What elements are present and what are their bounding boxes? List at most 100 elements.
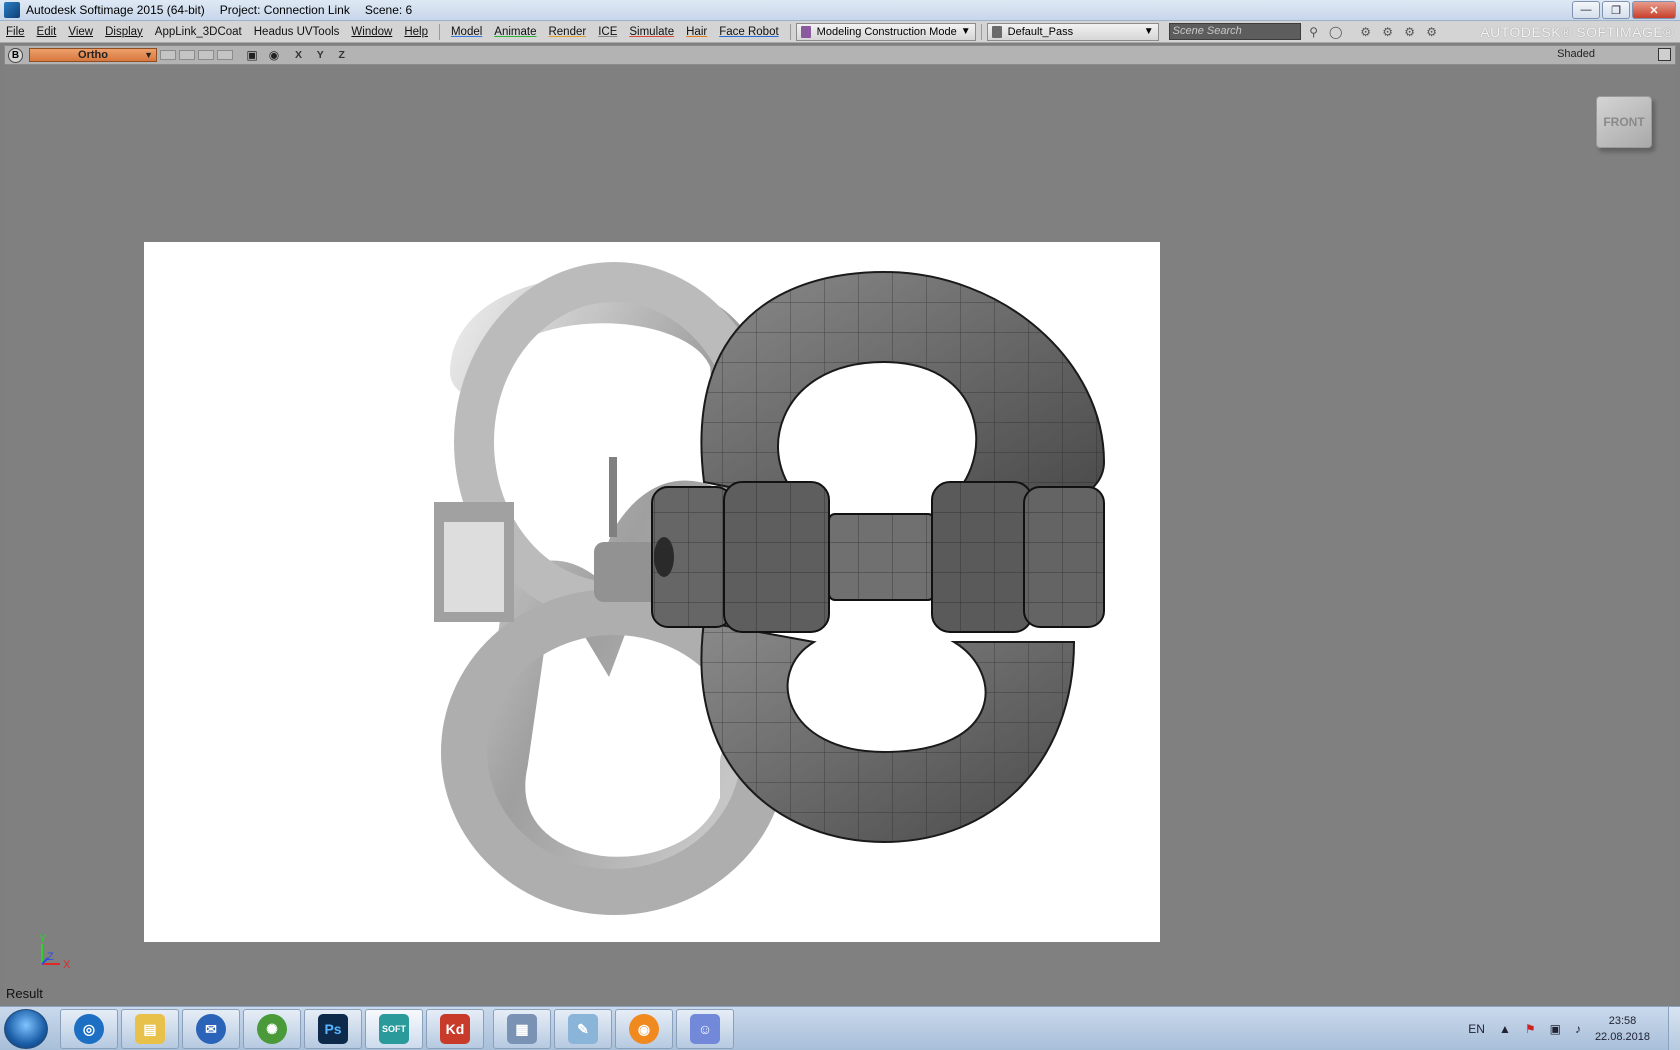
close-button[interactable]: ✕ [1632,1,1676,19]
menu-window[interactable]: Window [345,26,398,38]
camera-icon[interactable]: ▣ [243,48,261,62]
action-center-icon[interactable]: ⚑ [1525,1022,1536,1036]
globe-icon: ✺ [257,1014,287,1044]
render-pass-dropdown[interactable]: Default_Pass ▼ [986,22,1159,41]
menu-edit[interactable]: Edit [31,26,63,38]
clock-time: 23:58 [1608,1015,1637,1027]
scene-name: Scene: 6 [364,3,413,17]
clear-icon[interactable]: ◯ [1327,23,1345,41]
chevron-down-icon: ▼ [144,50,153,60]
menu-applink-3dcoat[interactable]: AppLink_3DCoat [149,26,248,38]
taskbar-explorer[interactable]: ▤ [121,1009,179,1049]
autodesk-softimage-logo: AUTODESK® SOFTIMAGE® [1480,24,1674,40]
blender-icon: ◉ [629,1014,659,1044]
menu-file[interactable]: File [0,26,31,38]
construction-mode-value: Modeling Construction Mode [816,25,957,38]
navigation-cube[interactable]: FRONT [1596,96,1652,148]
scene-search-input[interactable]: Scene Search [1168,23,1301,40]
module-render[interactable]: Render [542,26,592,38]
softimage-app-icon[interactable] [4,2,20,18]
clock[interactable]: 23:58 22.08.2018 [1595,1013,1650,1045]
render-pass-value: Default_Pass [1007,25,1074,38]
minimize-button[interactable]: — [1572,1,1600,19]
chevron-down-icon: ▼ [960,25,971,37]
3d-viewport[interactable]: FRONT Y Z X Result [4,66,1676,1004]
eye-icon[interactable]: ◉ [265,48,283,62]
menu-help[interactable]: Help [398,26,434,38]
menu-separator [980,23,982,40]
module-model[interactable]: Model [445,26,488,38]
camera-value: Ortho [78,49,108,61]
system-tray: EN ▲ ⚑ ▣ ♪ 23:58 22.08.2018 [1468,1007,1680,1050]
language-indicator[interactable]: EN [1468,1022,1485,1036]
app-title: Autodesk Softimage 2015 (64-bit) [26,3,205,17]
chevron-down-icon: ▼ [1143,25,1154,37]
network-icon[interactable]: ▣ [1550,1022,1561,1036]
windows-taskbar: ◎ ▤ ✉ ✺ Ps SOFT Kd ▦ ✎ ◉ ☺ EN ▲ ⚑ ▣ ♪ 23… [0,1006,1680,1050]
axis-z-label: Z [47,951,54,963]
softimage-icon: SOFT [379,1014,409,1044]
menu-headus-uvtools[interactable]: Headus UVTools [248,26,346,38]
menu-display[interactable]: Display [99,26,149,38]
thunderbird-icon: ✉ [196,1014,226,1044]
kd-icon: Kd [440,1014,470,1044]
firefox-icon: ◎ [74,1014,104,1044]
pass-icon [991,25,1002,38]
notes-icon: ✎ [568,1014,598,1044]
start-button[interactable] [4,1009,48,1049]
menu-bar: File Edit View Display AppLink_3DCoat He… [0,21,1680,43]
display-mode-menu[interactable]: Shaded [1557,48,1595,60]
connection-link-render [434,262,1106,915]
viewport-slot-4[interactable] [217,50,233,60]
search-icon[interactable]: ⚲ [1305,23,1323,41]
construction-mode-icon [800,25,811,38]
taskbar-blender[interactable]: ◉ [615,1009,673,1049]
axis-x-label: X [63,959,71,971]
reference-image-plane [144,242,1160,942]
viewport-slot-1[interactable] [160,50,176,60]
module-face-robot[interactable]: Face Robot [713,26,784,38]
calculator-icon: ▦ [507,1014,537,1044]
viewport-header: B Ortho ▼ ▣ ◉ X Y Z Shaded [4,45,1676,65]
restore-button[interactable]: ❐ [1602,1,1630,19]
selection-tool-icon[interactable]: ⚙ [1357,23,1375,41]
taskbar-photoshop[interactable]: Ps [304,1009,362,1049]
viewport-slot-2[interactable] [179,50,195,60]
camera-dropdown[interactable]: Ortho ▼ [29,48,157,62]
volume-icon[interactable]: ♪ [1575,1022,1581,1036]
module-simulate[interactable]: Simulate [623,26,680,38]
construction-mode-dropdown[interactable]: Modeling Construction Mode ▼ [795,22,976,41]
taskbar-thunderbird[interactable]: ✉ [182,1009,240,1049]
menu-separator [438,23,440,40]
taskbar-firefox[interactable]: ◎ [60,1009,118,1049]
result-label: Result [6,986,43,1001]
module-hair[interactable]: Hair [680,26,713,38]
tray-expand-icon[interactable]: ▲ [1499,1022,1511,1036]
menu-view[interactable]: View [62,26,99,38]
axis-toggle-xyz[interactable]: X Y Z [295,49,351,61]
show-desktop-button[interactable] [1668,1007,1680,1050]
transform-tool-icon[interactable]: ⚙ [1379,23,1397,41]
taskbar-notes[interactable]: ✎ [554,1009,612,1049]
maximize-viewport-icon[interactable] [1658,48,1671,61]
axis-gizmo: Y Z X [39,934,71,971]
axis-y-label: Y [39,934,47,945]
module-ice[interactable]: ICE [592,26,623,38]
window-controls: — ❐ ✕ [1572,1,1676,19]
title-bar: Autodesk Softimage 2015 (64-bit) Project… [0,0,1680,21]
snap-tool-icon[interactable]: ⚙ [1423,23,1441,41]
taskbar-discord[interactable]: ☺ [676,1009,734,1049]
menu-separator [789,23,791,40]
taskbar-globe[interactable]: ✺ [243,1009,301,1049]
viewport-slot-3[interactable] [198,50,214,60]
clock-date: 22.08.2018 [1594,1031,1650,1043]
module-animate[interactable]: Animate [488,26,542,38]
rotate-tool-icon[interactable]: ⚙ [1401,23,1419,41]
taskbar-kd[interactable]: Kd [426,1009,484,1049]
gray-mesh-connection-link [651,270,1106,844]
discord-icon: ☺ [690,1014,720,1044]
project-name: Project: Connection Link [219,3,350,17]
viewport-b-button[interactable]: B [8,47,23,63]
taskbar-softimage[interactable]: SOFT [365,1009,423,1049]
taskbar-calculator[interactable]: ▦ [493,1009,551,1049]
